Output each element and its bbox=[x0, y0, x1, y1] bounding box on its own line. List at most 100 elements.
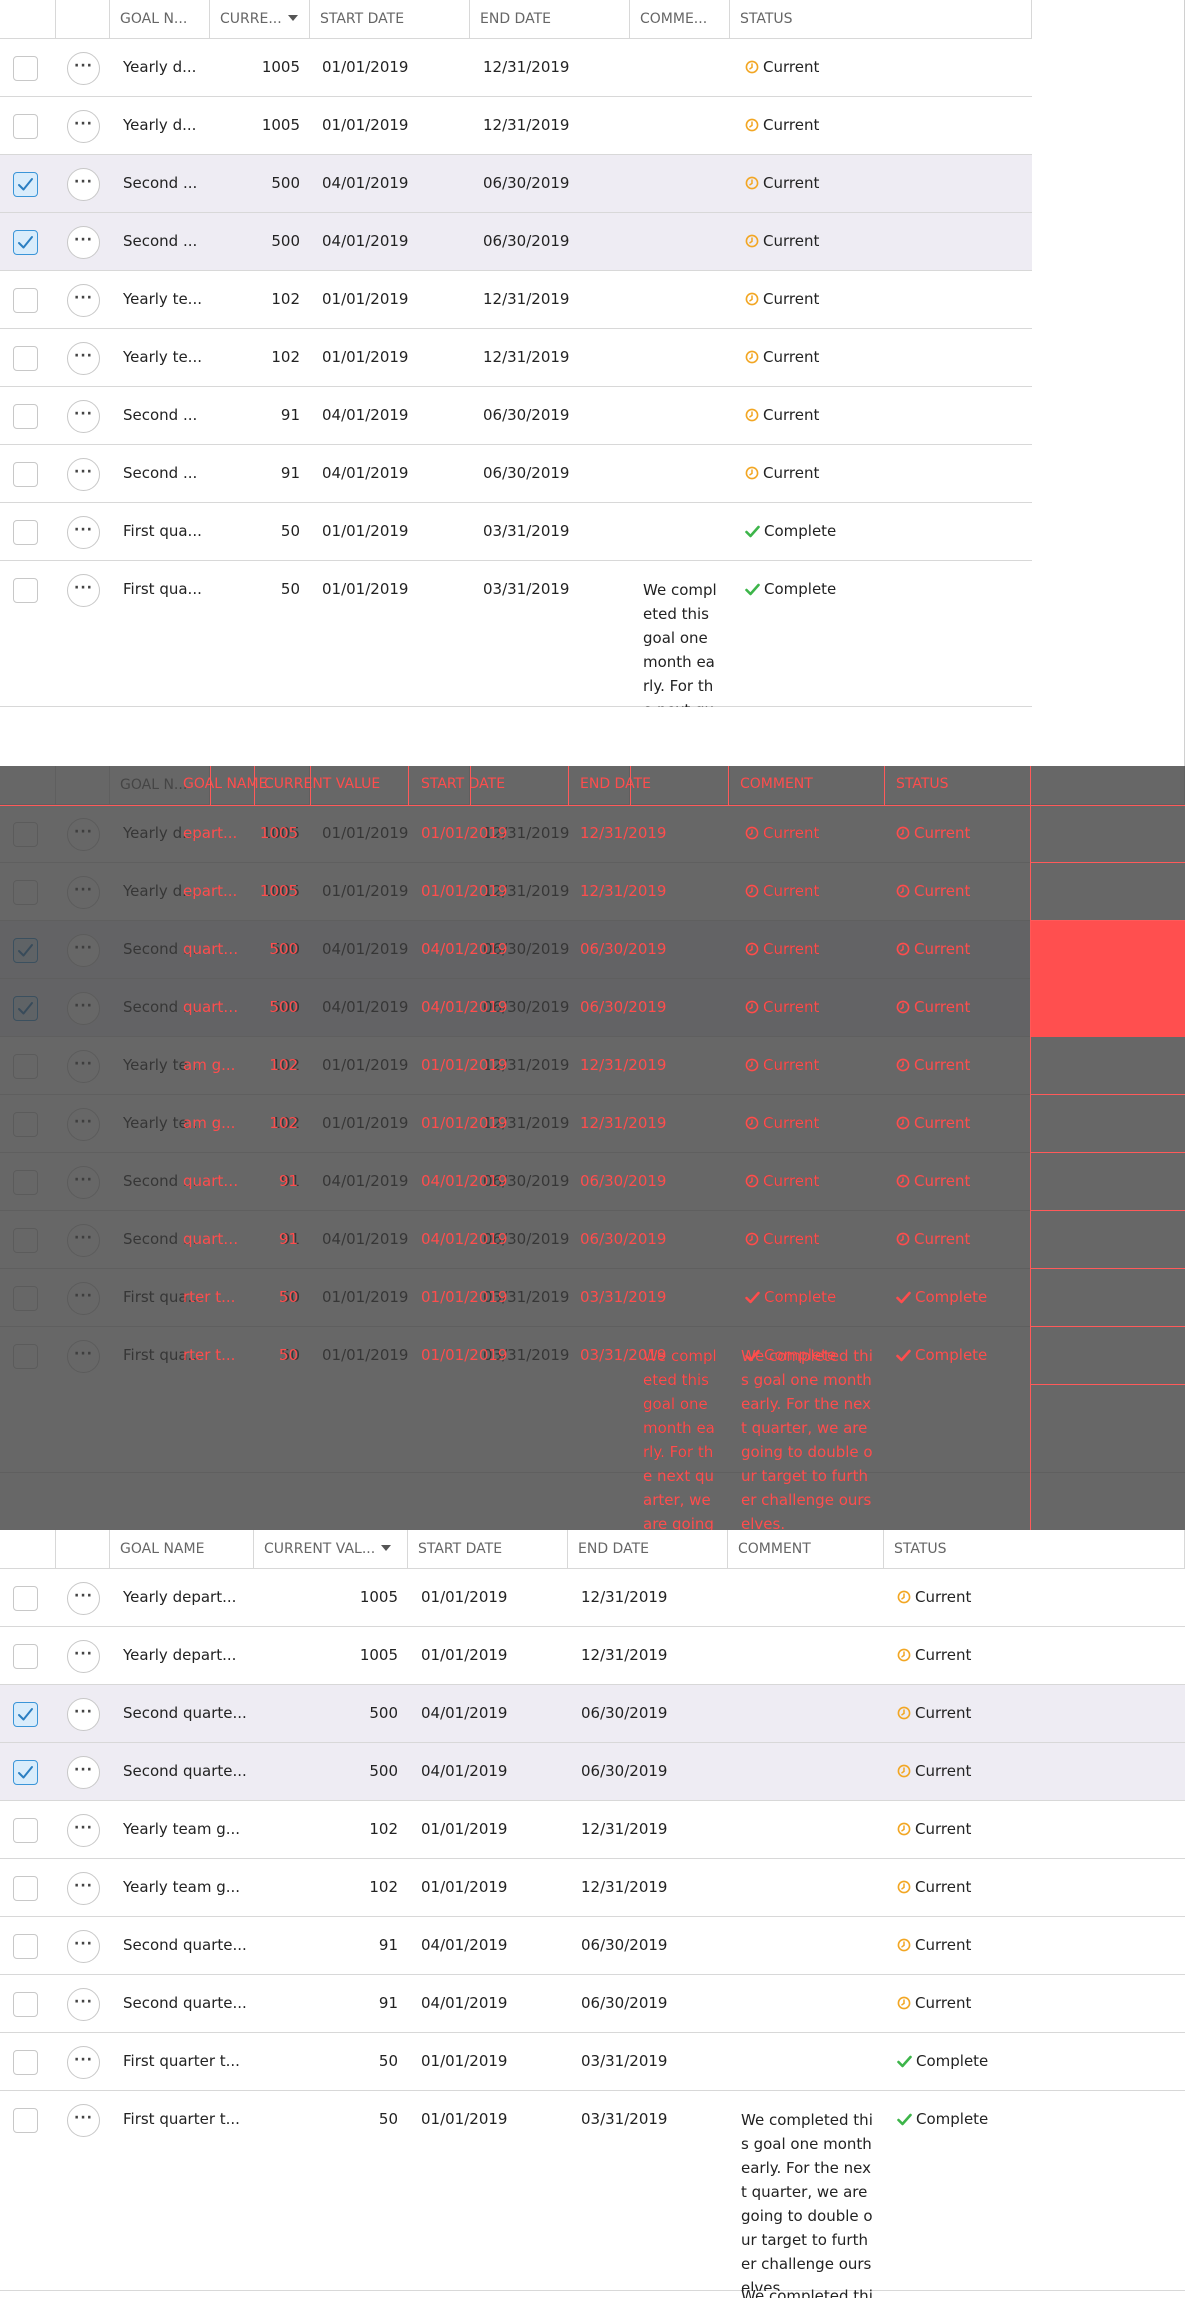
status-label: Current bbox=[763, 232, 820, 250]
column-header-label: CURRENT VAL... bbox=[264, 1541, 376, 1557]
end-date-cell: 12/31/2019 bbox=[483, 290, 570, 308]
table-row[interactable]: ··· Yearly team g... 102 01/01/2019 12/31/20… bbox=[0, 1801, 1185, 1859]
row-checkbox[interactable] bbox=[13, 519, 38, 545]
row-actions-button[interactable]: ··· bbox=[67, 515, 100, 549]
row-actions-button[interactable]: ··· bbox=[67, 341, 100, 375]
row-checkbox[interactable] bbox=[13, 1991, 38, 2017]
row-actions-button[interactable]: ··· bbox=[67, 2103, 100, 2137]
row-actions-button[interactable]: ··· bbox=[67, 2045, 100, 2079]
row-actions-button[interactable]: ··· bbox=[67, 1871, 100, 1905]
row-checkbox[interactable] bbox=[13, 345, 38, 371]
row-checkbox[interactable] bbox=[13, 1643, 38, 1669]
table-row[interactable]: ··· Second ... 91 04/01/2019 06/30/2019 Curre… bbox=[0, 387, 1032, 445]
goal-name-cell: First quarter t... bbox=[123, 2110, 240, 2128]
table-row[interactable]: ··· Yearly team g... 102 01/01/2019 12/31/20… bbox=[0, 1859, 1185, 1917]
column-header-select[interactable] bbox=[0, 0, 56, 39]
table-row[interactable]: ··· Second ... 500 04/01/2019 06/30/2019 Curr… bbox=[0, 213, 1032, 271]
clock-icon bbox=[745, 882, 763, 900]
table-row[interactable]: ··· Yearly d... 1005 01/01/2019 12/31/2019 Cu… bbox=[0, 97, 1032, 155]
row-checkbox[interactable] bbox=[13, 287, 38, 313]
column-header-status[interactable]: STATUS bbox=[730, 0, 1032, 39]
diff-line bbox=[1030, 862, 1185, 863]
comment-cell: We completed this goal one month early. … bbox=[643, 581, 717, 707]
end-date-cell: 12/31/2019 bbox=[581, 1820, 668, 1838]
row-actions-button[interactable]: ··· bbox=[67, 225, 100, 259]
row-actions-button[interactable]: ··· bbox=[67, 109, 100, 143]
current-value-cell: 500 bbox=[369, 1762, 398, 1780]
column-header-actions[interactable] bbox=[56, 1530, 110, 1569]
column-header-comment[interactable]: COMMENT bbox=[728, 1530, 884, 1569]
table-row[interactable]: ··· Yearly depart... 1005 01/01/2019 12/31/2… bbox=[0, 1627, 1185, 1685]
table-row[interactable]: ··· Yearly depart... 1005 01/01/2019 12/31/2… bbox=[0, 1569, 1185, 1627]
row-actions-button[interactable]: ··· bbox=[67, 1697, 100, 1731]
row-actions-button[interactable]: ··· bbox=[67, 167, 100, 201]
clock-icon bbox=[897, 1994, 915, 2012]
table-row[interactable]: ··· Yearly d... 1005 01/01/2019 12/31/2019 Cu… bbox=[0, 39, 1032, 97]
column-header-comment[interactable]: COMME... bbox=[630, 0, 730, 39]
row-checkbox[interactable] bbox=[13, 171, 38, 197]
goal-name-cell: Yearly d... bbox=[123, 58, 197, 76]
row-checkbox[interactable] bbox=[13, 1759, 38, 1785]
row-actions-button[interactable]: ··· bbox=[67, 1813, 100, 1847]
column-header-current-value[interactable]: CURRENT VAL... bbox=[254, 1530, 408, 1569]
diff-goal-name: rter t... bbox=[183, 1346, 236, 1364]
table-row[interactable]: ··· First qua... 50 01/01/2019 03/31/2019 We … bbox=[0, 561, 1032, 707]
row-checkbox[interactable] bbox=[13, 403, 38, 429]
table-row[interactable]: ··· Second quarte... 500 04/01/2019 06/30/20… bbox=[0, 1685, 1185, 1743]
sort-desc-icon[interactable] bbox=[381, 1545, 392, 1551]
column-header-goal-name[interactable]: GOAL NAME bbox=[110, 1530, 254, 1569]
column-header-start-date[interactable]: START DATE bbox=[408, 1530, 568, 1569]
status-label: Current bbox=[915, 1936, 972, 1954]
row-checkbox[interactable] bbox=[13, 1585, 38, 1611]
status-cell: Current bbox=[897, 1704, 971, 1722]
column-header-start-date[interactable]: START DATE bbox=[310, 0, 470, 39]
row-actions-button[interactable]: ··· bbox=[67, 1929, 100, 1963]
row-checkbox[interactable] bbox=[13, 1701, 38, 1727]
status-label: Complete bbox=[916, 2110, 989, 2128]
row-checkbox[interactable] bbox=[13, 2107, 38, 2133]
row-checkbox[interactable] bbox=[13, 55, 38, 81]
row-checkbox[interactable] bbox=[13, 461, 38, 487]
column-header-current-value[interactable]: CURRE... bbox=[210, 0, 310, 39]
column-header-goal-name[interactable]: GOAL N... bbox=[110, 0, 210, 39]
row-actions-button[interactable]: ··· bbox=[67, 283, 100, 317]
table-row[interactable]: ··· Second ... 500 04/01/2019 06/30/2019 Curr… bbox=[0, 155, 1032, 213]
column-header-actions[interactable] bbox=[56, 0, 110, 39]
table-row[interactable]: ··· First quarter t... 50 01/01/2019 03/31/2… bbox=[0, 2091, 1185, 2291]
row-actions-button[interactable]: ··· bbox=[67, 51, 100, 85]
table-row[interactable]: ··· Second quarte... 91 04/01/2019 06/30/201… bbox=[0, 1975, 1185, 2033]
row-checkbox[interactable] bbox=[13, 113, 38, 139]
row-checkbox[interactable] bbox=[13, 229, 38, 255]
column-header-select[interactable] bbox=[0, 1530, 56, 1569]
row-checkbox[interactable] bbox=[13, 2049, 38, 2075]
row-checkbox[interactable] bbox=[13, 1933, 38, 1959]
row-checkbox[interactable] bbox=[13, 577, 38, 603]
row-actions-button[interactable]: ··· bbox=[67, 1755, 100, 1789]
sort-desc-icon[interactable] bbox=[287, 15, 298, 21]
table-row[interactable]: ··· Yearly te... 102 01/01/2019 12/31/2019 Cu… bbox=[0, 329, 1032, 387]
diff-start-date: 01/01/2019 bbox=[421, 1056, 508, 1074]
status-label: Current bbox=[914, 1172, 971, 1190]
goal-name-cell: Yearly team g... bbox=[123, 1820, 241, 1838]
row-actions-button[interactable]: ··· bbox=[67, 457, 100, 491]
row-actions-button[interactable]: ··· bbox=[67, 399, 100, 433]
status-label: Current bbox=[763, 406, 820, 424]
row-actions-button[interactable]: ··· bbox=[67, 573, 100, 607]
row-actions-button[interactable]: ··· bbox=[67, 1581, 100, 1615]
row-checkbox[interactable] bbox=[13, 1817, 38, 1843]
diff-goal-name: quarte... bbox=[183, 1230, 243, 1248]
goal-name-cell: Yearly depart... bbox=[123, 1646, 237, 1664]
column-header-end-date[interactable]: END DATE bbox=[470, 0, 630, 39]
row-checkbox[interactable] bbox=[13, 1875, 38, 1901]
table-row[interactable]: ··· First qua... 50 01/01/2019 03/31/2019 Com… bbox=[0, 503, 1032, 561]
table-row[interactable]: ··· Second quarte... 500 04/01/2019 06/30/20… bbox=[0, 1743, 1185, 1801]
row-actions-button[interactable]: ··· bbox=[67, 1639, 100, 1673]
table-row[interactable]: ··· First quarter t... 50 01/01/2019 03/31/2… bbox=[0, 2033, 1185, 2091]
table-row[interactable]: ··· Yearly te... 102 01/01/2019 12/31/2019 Cu… bbox=[0, 271, 1032, 329]
column-header-end-date[interactable]: END DATE bbox=[568, 1530, 728, 1569]
table-row[interactable]: ··· Second ... 91 04/01/2019 06/30/2019 Curre… bbox=[0, 445, 1032, 503]
row-actions-button[interactable]: ··· bbox=[67, 1987, 100, 2021]
table-row[interactable]: ··· Second quarte... 91 04/01/2019 06/30/201… bbox=[0, 1917, 1185, 1975]
column-header-status[interactable]: STATUS bbox=[884, 1530, 1185, 1569]
goals-table-wide: GOAL NAME CURRENT VAL... START DATE END DAT… bbox=[0, 1530, 1185, 2298]
